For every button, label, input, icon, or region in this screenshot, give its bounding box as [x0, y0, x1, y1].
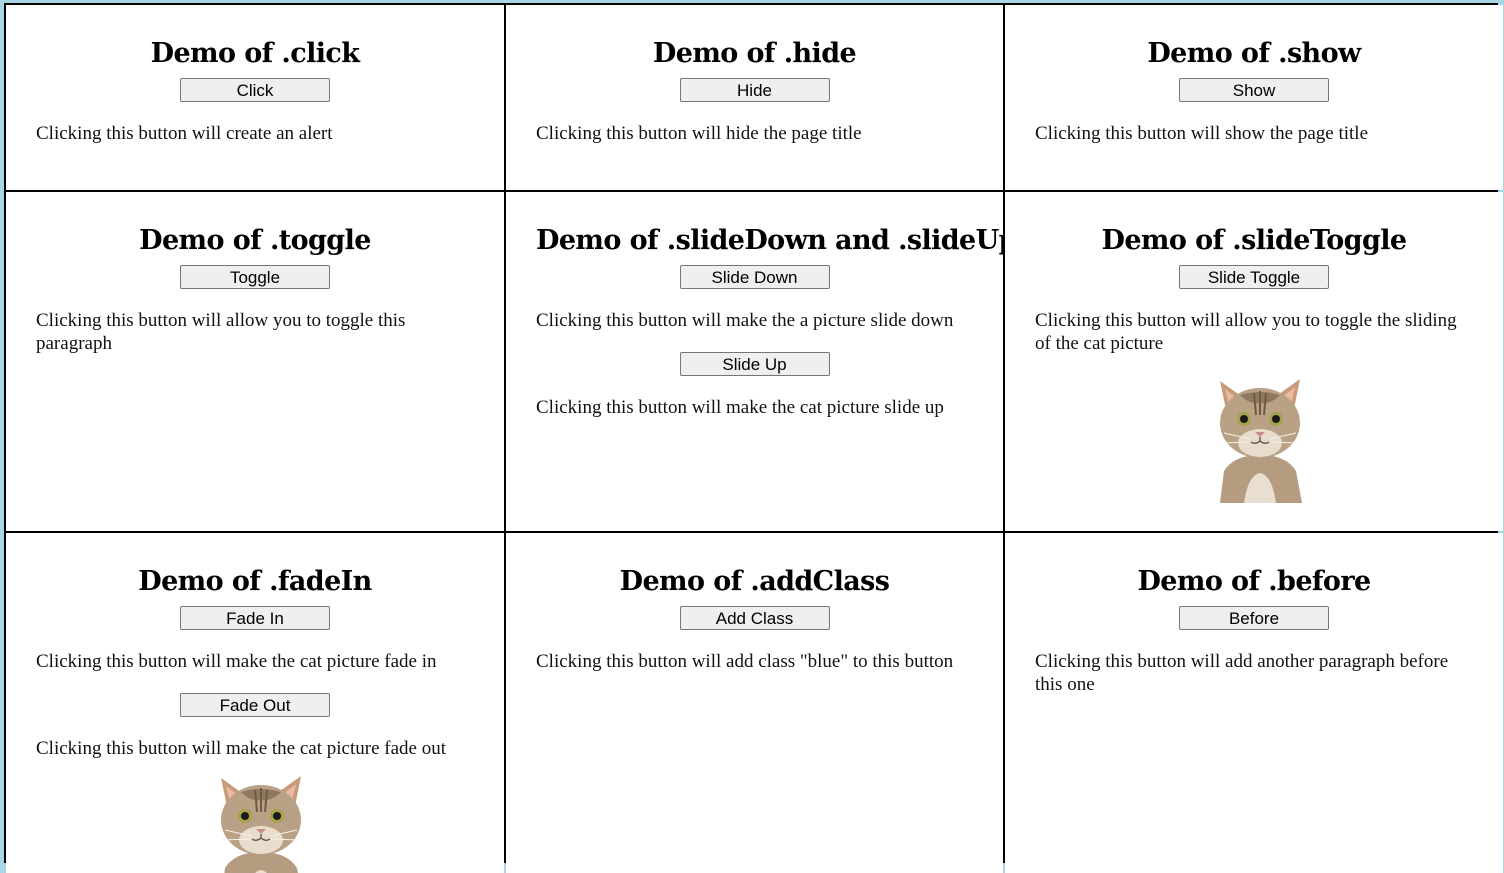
demo-show: Demo of .show Show Clicking this button …: [1005, 5, 1503, 190]
demo-click-title: Demo of .click: [150, 38, 360, 69]
demo-toggle: Demo of .toggle Toggle Clicking this but…: [6, 192, 504, 531]
cat-picture: [221, 776, 301, 873]
demo-slide-up-description: Clicking this button will make the cat p…: [536, 397, 944, 418]
demo-slide: Demo of .slideDown and .slideUp Slide Do…: [506, 192, 1003, 531]
demo-hide-title: Demo of .hide: [652, 38, 857, 69]
demo-slide-title: Demo of .slideDown and .slideUp: [536, 225, 1003, 256]
demo-slide-toggle-title: Demo of .slideToggle: [1101, 225, 1408, 256]
demo-add-class: Demo of .addClass Add Class Clicking thi…: [506, 533, 1003, 873]
slide-up-button[interactable]: Slide Up: [679, 352, 830, 376]
slide-toggle-button[interactable]: Slide Toggle: [1179, 265, 1329, 289]
hide-button[interactable]: Hide: [679, 78, 830, 102]
demo-click-description: Clicking this button will create an aler…: [36, 123, 333, 144]
demo-fade-title: Demo of .fadeIn: [138, 566, 372, 597]
toggle-button[interactable]: Toggle: [180, 265, 330, 289]
demo-fade: Demo of .fadeIn Fade In Clicking this bu…: [6, 533, 504, 873]
demo-show-description: Clicking this button will show the page …: [1035, 123, 1369, 144]
cat-picture: [1220, 379, 1302, 503]
demo-hide-description: Clicking this button will hide the page …: [536, 123, 862, 144]
demo-add-class-title: Demo of .addClass: [619, 566, 890, 597]
demo-fade-out-description: Clicking this button will make the cat p…: [36, 738, 446, 759]
demo-slide-down-description: Clicking this button will make the a pic…: [536, 310, 954, 331]
fade-in-button[interactable]: Fade In: [180, 606, 330, 630]
demo-add-class-description: Clicking this button will add class "blu…: [536, 651, 954, 672]
demo-grid: Demo of .click Click Clicking this butto…: [4, 3, 1503, 873]
demo-before: Demo of .before Before Clicking this but…: [1005, 533, 1503, 873]
demo-click: Demo of .click Click Clicking this butto…: [6, 5, 504, 190]
demo-toggle-description: Clicking this button will allow you to t…: [36, 310, 406, 354]
demo-before-description: Clicking this button will add another pa…: [1035, 651, 1449, 695]
demo-slide-toggle: Demo of .slideToggle Slide Toggle Clicki…: [1005, 192, 1503, 531]
before-button[interactable]: Before: [1179, 606, 1329, 630]
show-button[interactable]: Show: [1179, 78, 1329, 102]
demo-toggle-title: Demo of .toggle: [139, 225, 371, 256]
demo-slide-toggle-description: Clicking this button will allow you to t…: [1035, 310, 1457, 354]
click-button[interactable]: Click: [180, 78, 330, 102]
demo-before-title: Demo of .before: [1137, 566, 1371, 597]
slide-down-button[interactable]: Slide Down: [679, 265, 830, 289]
demo-hide: Demo of .hide Hide Clicking this button …: [506, 5, 1003, 190]
add-class-button[interactable]: Add Class: [679, 606, 830, 630]
demo-show-title: Demo of .show: [1147, 38, 1361, 69]
fade-out-button[interactable]: Fade Out: [180, 693, 330, 717]
demo-fade-in-description: Clicking this button will make the cat p…: [36, 651, 437, 672]
